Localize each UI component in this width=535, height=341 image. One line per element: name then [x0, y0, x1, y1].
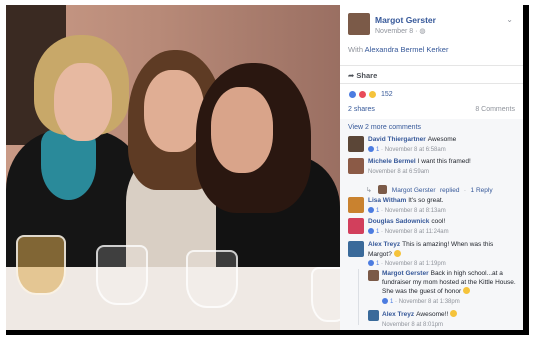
comment-body: Margot Gerster Back in high school...at a…: [382, 270, 516, 306]
replier-avatar: [378, 185, 388, 194]
comments-count[interactable]: 8 Comments: [475, 106, 515, 113]
commenter-avatar[interactable]: [348, 218, 364, 234]
comment-meta[interactable]: November 8 at 8:01pm: [382, 321, 516, 330]
comment-meta: 1 · November 8 at 11:24am: [368, 227, 518, 237]
comment-body: Alex Treyz Awesome!! November 8 at 8:01pm: [382, 310, 516, 329]
reply-thread-line: [358, 269, 359, 325]
comment-time[interactable]: November 8 at 11:24am: [385, 229, 449, 235]
comment-meta: 1 · November 8 at 1:19pm: [368, 260, 518, 269]
reaction-count[interactable]: 152: [381, 91, 393, 98]
comment-like-count[interactable]: 1: [376, 261, 379, 267]
tagged-line: With Alexandra Bermel Kerker: [348, 45, 448, 54]
reply-separator: ·: [463, 187, 467, 194]
photo-glass: [16, 235, 66, 295]
post-meta: November 8 · ◍: [375, 27, 426, 35]
comment-like-count[interactable]: 1: [376, 208, 379, 214]
smile-emoji-icon: [450, 310, 458, 317]
comment-text: cool!: [431, 218, 446, 225]
photo-glass: [311, 267, 340, 322]
love-reaction-icon: [358, 89, 367, 99]
commenter-avatar[interactable]: [348, 136, 364, 152]
comment-time[interactable]: November 8 at 8:13am: [385, 208, 446, 214]
comment-like-count[interactable]: 1: [390, 299, 393, 305]
comment-body: Lisa Witham It's so great. 1 · November 8…: [368, 197, 518, 215]
commenter-avatar[interactable]: [368, 310, 379, 321]
commenter-name[interactable]: Alex Treyz: [382, 311, 414, 318]
photo-figure: [211, 87, 273, 173]
comment-body: Douglas Sadownick cool! 1 · November 8 at…: [368, 218, 518, 236]
globe-icon: ◍: [419, 28, 426, 35]
comment-text: Awesome: [427, 136, 457, 143]
commenter-name[interactable]: Margot Gerster: [382, 270, 429, 277]
comment-body: David Thiergartner Awesome 1 · November 8…: [368, 136, 518, 154]
post-photo[interactable]: [6, 5, 340, 330]
comment-body: Alex Treyz This is amazing! When was this…: [368, 241, 518, 269]
reactions-summary[interactable]: 152: [348, 88, 393, 100]
replier-name[interactable]: Margot Gerster: [392, 187, 436, 194]
replies-summary[interactable]: ↳ Margot Gerster replied · 1 Reply: [366, 179, 516, 197]
like-icon: [382, 297, 388, 304]
reply-count[interactable]: 1 Reply: [471, 187, 493, 194]
view-more-comments-link[interactable]: View 2 more comments: [348, 124, 421, 131]
photo-glass: [96, 245, 148, 305]
commenter-avatar[interactable]: [348, 241, 364, 257]
comment-like-count[interactable]: 1: [376, 229, 379, 235]
like-icon: [368, 227, 374, 234]
comment-meta: 1 · November 8 at 8:13am: [368, 206, 518, 216]
share-button[interactable]: ➦ Share: [348, 71, 377, 80]
comment-like-count[interactable]: 1: [376, 147, 379, 153]
photo-glass: [186, 250, 238, 308]
author-name[interactable]: Margot Gerster: [375, 15, 436, 25]
shares-link[interactable]: 2 shares: [348, 106, 375, 113]
commenter-name[interactable]: Lisa Witham: [368, 197, 406, 204]
chevron-down-icon[interactable]: ⌄: [506, 15, 513, 24]
post-side-panel: Margot Gerster November 8 · ◍ ⌄ With Ale…: [340, 5, 523, 330]
reply-action: replied: [439, 187, 460, 194]
comment-time[interactable]: November 8 at 1:38pm: [399, 299, 460, 305]
commenter-avatar[interactable]: [348, 158, 364, 174]
comment-text: Awesome!!: [416, 311, 449, 318]
thumbs-up-emoji-icon: [462, 287, 470, 294]
comment-meta: 1 · November 8 at 1:38pm: [382, 297, 516, 307]
share-label: Share: [356, 71, 378, 80]
commenter-name[interactable]: Douglas Sadownick: [368, 218, 429, 225]
commenter-name[interactable]: Michele Bermel: [368, 158, 416, 165]
photo-figure: [54, 63, 112, 141]
comment-text: It's so great.: [408, 197, 444, 204]
commenter-name[interactable]: David Thiergartner: [368, 136, 426, 143]
commenter-name[interactable]: Alex Treyz: [368, 241, 400, 248]
like-icon: [368, 260, 374, 266]
commenter-avatar[interactable]: [348, 197, 364, 213]
comment-time[interactable]: November 8 at 1:19pm: [385, 261, 446, 267]
comment-meta: 1 · November 8 at 6:58am: [368, 145, 518, 155]
reply-arrow-icon: ↳: [366, 187, 372, 194]
photo-figure: [144, 70, 204, 152]
tagged-person[interactable]: Alexandra Bermel Kerker: [365, 45, 449, 54]
divider: [340, 65, 523, 66]
meta-separator: ·: [415, 28, 418, 35]
comment-text: I want this framed!: [417, 158, 471, 165]
comment-meta[interactable]: November 8 at 6:59am: [368, 168, 518, 177]
wow-reaction-icon: [368, 89, 377, 99]
author-avatar[interactable]: [348, 13, 370, 35]
share-icon: ➦: [348, 71, 355, 80]
like-reaction-icon: [348, 89, 357, 99]
like-icon: [368, 206, 374, 213]
comment-time[interactable]: November 8 at 6:58am: [385, 147, 446, 153]
commenter-avatar[interactable]: [368, 270, 379, 281]
with-prefix: With: [348, 45, 363, 54]
divider: [340, 83, 523, 84]
post-date[interactable]: November 8: [375, 28, 413, 35]
post-header: Margot Gerster November 8 · ◍ ⌄: [340, 5, 523, 40]
like-icon: [368, 145, 374, 152]
comments-section: View 2 more comments David Thiergartner A…: [340, 119, 523, 330]
smile-emoji-icon: [393, 249, 401, 257]
comment-body: Michele Bermel I want this framed! Novemb…: [368, 158, 518, 176]
